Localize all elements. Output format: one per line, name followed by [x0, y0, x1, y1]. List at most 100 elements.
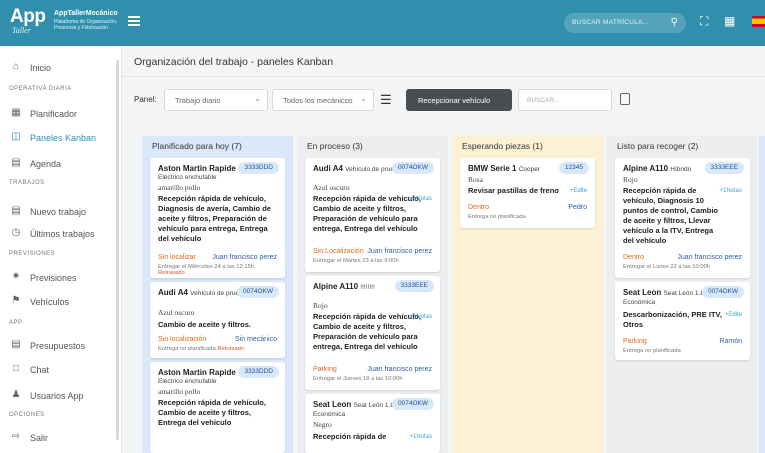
plate-badge: 0074OKW: [237, 286, 279, 298]
sidebar-item-agenda[interactable]: ▤ Agenda: [0, 152, 116, 174]
edit-link[interactable]: +Edite: [570, 188, 587, 194]
job-description: Cambio de aceite y filtros.: [158, 320, 251, 329]
job-card[interactable]: Aston Martin Rapide 3333DDD Eléctrico en…: [150, 362, 285, 453]
panel-select[interactable]: Trabajo diario ⌄: [164, 89, 268, 111]
flag-es-icon[interactable]: [752, 16, 765, 27]
car-make-text: Audi A4: [158, 288, 188, 297]
sidebar-item-vehiculos[interactable]: ⚑ Vehículos: [0, 290, 116, 312]
car-make: Audi A4 Vehículo de prueb...: [158, 288, 248, 297]
notes-link[interactable]: +1Notas: [719, 188, 742, 194]
sidebar-item-nuevo-trabajo[interactable]: ▤ Nuevo trabajo: [0, 200, 116, 222]
job-card[interactable]: Aston Martin Rapide 3333DDD Eléctrico en…: [150, 158, 285, 278]
mechanic-select-value: Todos los mecánicos: [283, 96, 353, 105]
job-card[interactable]: BMW Serie 1 Cooper 12345 Rosa Revisar pa…: [460, 158, 595, 228]
sidebar-scrollbar[interactable]: [116, 60, 119, 440]
location: Sin localizar: [158, 254, 196, 261]
sidebar-item-label: Usuarios App: [30, 391, 84, 401]
job-card[interactable]: Alpine A110 !!!!!!!! 3333EEE Rojo Recepc…: [305, 276, 440, 390]
column-title: Esperando piezas (1): [462, 141, 543, 151]
filter-bar: Panel: Trabajo diario ⌄ Todos los mecáni…: [122, 86, 765, 112]
plate-search-input[interactable]: BUSCAR MATRÍCULA... ⚲: [564, 13, 686, 33]
job-description: Descarbonización, PRE ITV, Otros: [623, 310, 722, 329]
logout-icon: ⇨: [11, 431, 21, 442]
column-body: Audi A4 Vehículo de prueb... 0074OKW Azu…: [297, 154, 448, 453]
mechanic-select[interactable]: Todos los mecánicos ⌄: [272, 89, 374, 111]
location: Parking: [313, 366, 337, 373]
sidebar-item-planificador[interactable]: ▦ Planificador: [0, 102, 116, 124]
job-card[interactable]: Alpine A110 Híbrido 3333EEE Rojo Recepci…: [615, 158, 750, 278]
car-make: Alpine A110 Híbrido: [623, 164, 691, 173]
top-bar: App Taller AppTallerMecánico Plataforma …: [0, 0, 765, 46]
sidebar-item-usuarios-app[interactable]: ♟ Usuarios App: [0, 384, 116, 406]
edit-link[interactable]: +Edite: [725, 312, 742, 318]
sidebar-item-label: Últimos trabajos: [30, 229, 95, 239]
board-search-input[interactable]: BUSCAR...: [518, 89, 612, 111]
chevron-down-icon: ⌄: [254, 94, 261, 103]
expand-icon[interactable]: ⛶: [700, 14, 708, 29]
sidebar-section-title: OPERATIVA DIARIA: [9, 86, 72, 92]
sidebar-item-label: Inicio: [30, 63, 52, 73]
app-logo[interactable]: App Taller AppTallerMecánico Plataforma …: [10, 6, 120, 40]
sidebar-item-presupuestos[interactable]: ▤ Presupuestos: [0, 334, 116, 356]
job-card[interactable]: Seat Leon Seat León 1.8 0074OKW Económic…: [615, 282, 750, 360]
column-title: En proceso (3): [307, 141, 363, 151]
filter-settings-icon[interactable]: ☰: [380, 92, 392, 108]
sidebar-section-title: PREVISIONES: [9, 251, 56, 257]
column-body: BMW Serie 1 Cooper 12345 Rosa Revisar pa…: [452, 154, 603, 453]
sidebar-item-label: Chat: [30, 365, 50, 375]
kanban-column-esperando-piezas: Esperando piezas (1) BMW Serie 1 Cooper …: [452, 136, 603, 453]
receive-vehicle-button[interactable]: Recepcionar vehículo: [406, 89, 512, 111]
delivery-date: Entrega no planificada: [468, 214, 526, 220]
sidebar-section-title: TRABAJOS: [9, 180, 45, 186]
sidebar-item-label: Paneles Kanban: [30, 133, 97, 143]
job-card[interactable]: Audi A4 Vehículo de prueb... 0074OKW Azu…: [150, 282, 285, 358]
notes-link[interactable]: +1Notas: [409, 434, 432, 440]
scan-icon[interactable]: [620, 93, 630, 105]
plate-badge: 0074OKW: [392, 398, 434, 410]
sidebar-item-previsiones[interactable]: ✷ Previsiones: [0, 266, 116, 288]
new-job-icon: ▤: [11, 205, 21, 216]
notes-link[interactable]: +1Notas: [409, 314, 432, 320]
chevron-down-icon: ⌄: [360, 94, 367, 103]
sidebar-item-chat[interactable]: □ Chat: [0, 358, 116, 380]
location: Dentro: [623, 254, 645, 261]
sidebar-item-label: Planificador: [30, 109, 78, 119]
mechanic: Sin mecánico: [234, 336, 277, 343]
car-make: Aston Martin Rapide: [158, 164, 236, 173]
sidebar-item-salir[interactable]: ⇨ Salir: [0, 426, 116, 448]
car-make-text: BMW Serie 1: [468, 164, 517, 173]
sidebar-item-label: Agenda: [30, 159, 62, 169]
late-badge: Retrasado: [158, 270, 185, 276]
car-model: !!!!!!!!: [360, 284, 375, 291]
search-icon[interactable]: ⚲: [671, 17, 678, 28]
mechanic: Juan francisco perez: [677, 254, 742, 261]
notes-link[interactable]: +1Notas: [409, 196, 432, 202]
car-make-text: Seat Leon: [313, 400, 352, 409]
car-icon: ⚑: [11, 295, 21, 306]
kanban-column-next: [759, 136, 765, 453]
agenda-icon: ▤: [11, 157, 21, 168]
car-make: Alpine A110 !!!!!!!!: [313, 282, 375, 291]
sidebar-item-paneles-kanban[interactable]: ◫ Paneles Kanban: [0, 126, 116, 148]
menu-icon[interactable]: [128, 16, 140, 26]
grid-icon[interactable]: ▦: [724, 14, 735, 28]
car-color: Rojo: [623, 175, 638, 184]
column-title: Listo para recoger (2): [617, 141, 699, 151]
job-description: Recepción rápida de vehículo, Diagnosis …: [158, 194, 271, 243]
sidebar-item-ultimos-trabajos[interactable]: ◷ Últimos trabajos: [0, 222, 116, 244]
job-description: Recepción rápida de vehículo, Cambio de …: [158, 398, 266, 427]
kanban-column-planificado: Planificado para hoy (7) Aston Martin Ra…: [142, 136, 293, 453]
job-card[interactable]: Seat Leon Seat León 1.8 0074OKW Económic…: [305, 394, 440, 453]
panel-select-value: Trabajo diario: [175, 96, 221, 105]
sidebar-item-label: Vehículos: [30, 297, 70, 307]
receive-vehicle-label: Recepcionar vehículo: [418, 96, 491, 105]
car-make: Seat Leon Seat León 1.8: [313, 400, 394, 409]
delivery-date: Entrega no planificada Retrasado: [158, 346, 280, 352]
car-color: Negro: [313, 420, 332, 429]
car-model: Seat León 1.8: [353, 402, 394, 409]
column-title: Planificado para hoy (7): [152, 141, 242, 151]
sidebar-item-inicio[interactable]: ⌂ Inicio: [0, 56, 116, 78]
column-body: Aston Martin Rapide 3333DDD Eléctrico en…: [142, 154, 293, 453]
job-card[interactable]: Audi A4 Vehículo de prueb... 0074OKW Azu…: [305, 158, 440, 272]
mechanic: Juan francisco perez: [367, 248, 432, 255]
